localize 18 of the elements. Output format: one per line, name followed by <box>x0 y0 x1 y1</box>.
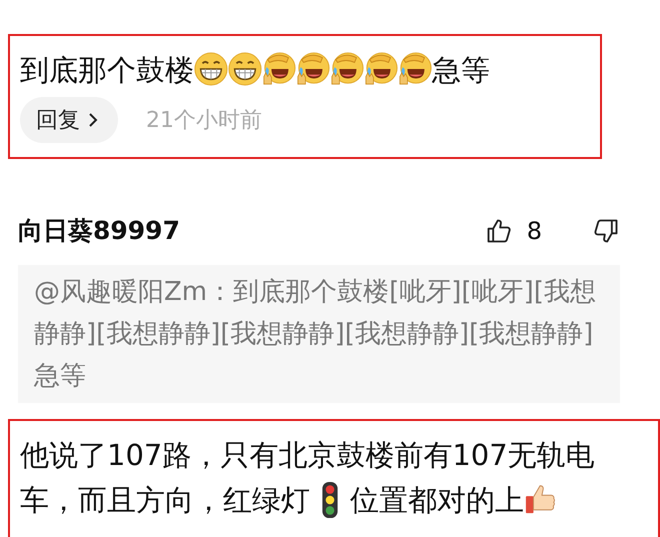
chevron-icon <box>88 112 98 128</box>
thumbs-up-icon[interactable] <box>484 216 513 244</box>
thumbs-down-icon[interactable] <box>592 216 620 244</box>
reply-button[interactable]: 回复 <box>20 97 118 143</box>
laughing-face-icon <box>398 52 432 86</box>
timestamp: 21个小时前 <box>146 107 262 135</box>
grinning-face-icon <box>194 52 228 86</box>
laughing-face-icon <box>262 52 296 86</box>
laughing-face-icon <box>364 52 398 86</box>
comment-text: 他说了107路，只有北京鼓楼前有107无轨电车，而且方向，红绿灯 位置都对的上 <box>20 437 596 521</box>
laughing-face-icon <box>330 52 364 86</box>
traffic-light-icon <box>320 481 340 519</box>
laughing-face-icon <box>296 52 330 86</box>
quoted-comment: @风趣暖阳Zm：到底那个鼓楼[呲牙][呲牙][我想静静][我想静静][我想静静][我想静静][我想静静]急等 <box>18 265 620 403</box>
like-count: 8 <box>526 216 542 244</box>
username: 向日葵89997 <box>18 215 180 247</box>
grinning-face-icon <box>228 52 262 86</box>
comment-text: 到底那个鼓楼 急等 <box>20 51 491 89</box>
